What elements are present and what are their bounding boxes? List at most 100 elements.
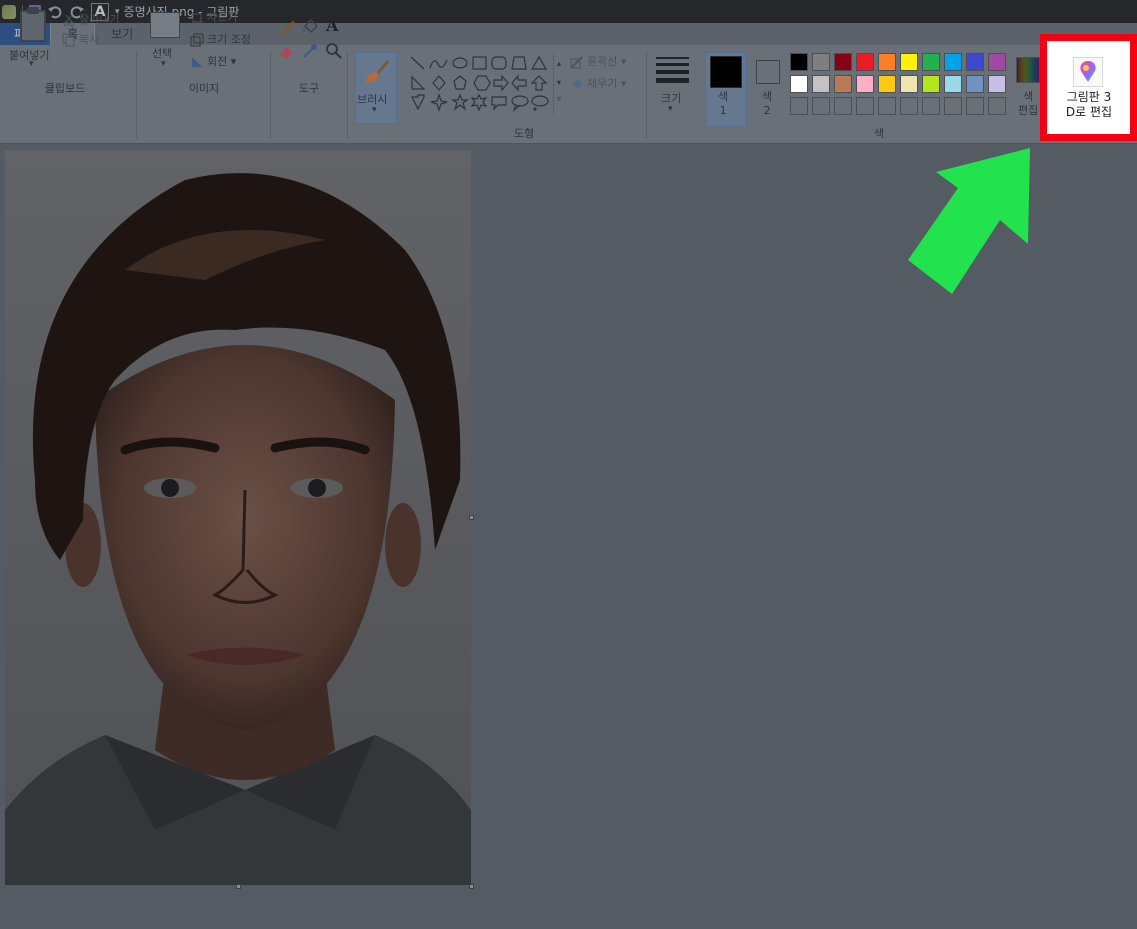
colors-group-label: 색 <box>873 127 885 140</box>
text-tool-icon[interactable]: A <box>326 16 344 35</box>
color2-swatch[interactable] <box>756 60 780 84</box>
fill-button[interactable]: 채우기 ▾ <box>570 75 626 91</box>
paste-icon[interactable] <box>20 10 46 42</box>
fill-dropdown-icon: ▾ <box>617 77 627 90</box>
copy-icon <box>62 33 76 47</box>
paint3d-icon[interactable] <box>1073 57 1103 87</box>
brush-icon <box>365 60 389 83</box>
resize-icon <box>190 33 204 47</box>
undo-icon[interactable] <box>47 4 63 20</box>
image-group-label: 이미지 <box>188 82 220 95</box>
cut-label: 잘라내기 <box>79 13 120 26</box>
palette-empty-swatch[interactable] <box>856 97 874 115</box>
size-dropdown-icon[interactable]: ▾ <box>668 104 673 114</box>
magnifier-icon[interactable] <box>325 42 343 60</box>
palette-swatch[interactable] <box>966 75 984 93</box>
shapes-scrollbar[interactable]: ▴ ▾ ▿ <box>553 54 564 114</box>
crop-label: 자르기 <box>207 11 238 24</box>
group-divider <box>646 51 647 139</box>
palette-swatch[interactable] <box>856 75 874 93</box>
outline-dropdown-icon: ▾ <box>617 55 627 68</box>
rotate-label: 회전 <box>207 55 228 68</box>
palette-swatch[interactable] <box>812 75 830 93</box>
expand-gallery-icon[interactable]: ▿ <box>554 92 564 106</box>
crop-icon <box>190 11 204 25</box>
palette-empty-swatch[interactable] <box>812 97 830 115</box>
palette-empty-swatch[interactable] <box>988 97 1006 115</box>
rotate-button[interactable]: 회전 ▾ <box>190 53 236 69</box>
palette-empty-swatch[interactable] <box>966 97 984 115</box>
color-picker-icon[interactable] <box>301 42 319 60</box>
paste-clip-icon <box>27 7 39 14</box>
rotate-dropdown-icon: ▾ <box>227 55 237 68</box>
color2-label: 색 2 <box>762 90 773 117</box>
group-divider <box>270 51 271 139</box>
palette-swatch[interactable] <box>988 53 1006 71</box>
palette-empty-swatch[interactable] <box>900 97 918 115</box>
clipboard-group-label: 클립보드 <box>44 82 86 95</box>
paste-dropdown-icon[interactable]: ▾ <box>29 59 34 69</box>
resize-handle-corner[interactable] <box>469 884 474 889</box>
palette-swatch[interactable] <box>944 75 962 93</box>
palette-swatch[interactable] <box>922 75 940 93</box>
chevron-up-icon[interactable]: ▴ <box>554 54 564 73</box>
palette-empty-swatch[interactable] <box>922 97 940 115</box>
color1-label: 색 1 <box>718 90 729 117</box>
edit-colors-icon[interactable] <box>1016 57 1040 83</box>
image-canvas[interactable] <box>5 150 471 885</box>
eraser-icon[interactable] <box>278 42 296 60</box>
palette-swatch[interactable] <box>834 53 852 71</box>
edit-colors-label: 색 편집 <box>1018 90 1039 117</box>
copy-label: 복사 <box>79 33 100 46</box>
paint-app-icon[interactable] <box>2 4 16 19</box>
select-icon[interactable] <box>150 12 180 38</box>
chevron-down-icon[interactable]: ▾ <box>554 73 564 92</box>
resize-label: 크기 조정 <box>207 33 251 46</box>
size-icon[interactable] <box>656 57 689 87</box>
select-dropdown-icon[interactable]: ▾ <box>161 59 166 69</box>
palette-swatch[interactable] <box>922 53 940 71</box>
palette-swatch[interactable] <box>900 53 918 71</box>
palette-empty-swatch[interactable] <box>834 97 852 115</box>
shapes-gallery[interactable] <box>408 54 558 116</box>
resize-handle-bottom[interactable] <box>236 884 241 889</box>
outline-label: 윤곽선 <box>587 55 618 68</box>
palette-swatch[interactable] <box>900 75 918 93</box>
paint3d-label-line1: 그림판 3 <box>1066 90 1112 104</box>
palette-swatch[interactable] <box>944 53 962 71</box>
crop-button[interactable]: 자르기 <box>190 9 237 25</box>
copy-button[interactable]: 복사 <box>62 31 99 47</box>
group-divider <box>347 51 348 139</box>
scissors-icon <box>62 13 76 27</box>
outline-button[interactable]: 윤곽선 ▾ <box>570 53 626 69</box>
portrait-photo <box>5 150 471 885</box>
fill-label: 채우기 <box>587 77 618 90</box>
paint3d-button[interactable]: 그림판 3 D로 편집 <box>1053 90 1125 120</box>
fill-bucket-icon[interactable] <box>301 18 319 36</box>
palette-swatch[interactable] <box>878 75 896 93</box>
palette-swatch[interactable] <box>790 53 808 71</box>
color1-swatch <box>710 56 742 88</box>
rotate-icon <box>190 55 204 69</box>
group-divider <box>136 51 137 139</box>
pencil-icon[interactable] <box>278 18 296 36</box>
palette-empty-swatch[interactable] <box>790 97 808 115</box>
palette-swatch[interactable] <box>834 75 852 93</box>
shapes-group-label: 도형 <box>513 127 535 140</box>
cut-button[interactable]: 잘라내기 <box>62 11 119 27</box>
palette-swatch[interactable] <box>856 53 874 71</box>
outline-icon <box>570 55 584 69</box>
resize-handle-right[interactable] <box>469 515 474 520</box>
palette-swatch[interactable] <box>790 75 808 93</box>
palette-swatch[interactable] <box>966 53 984 71</box>
palette-empty-swatch[interactable] <box>944 97 962 115</box>
fill-icon <box>570 77 584 91</box>
tools-group-label: 도구 <box>298 82 320 95</box>
palette-swatch[interactable] <box>878 53 896 71</box>
palette-swatch[interactable] <box>812 53 830 71</box>
palette-empty-swatch[interactable] <box>878 97 896 115</box>
resize-button[interactable]: 크기 조정 <box>190 31 251 47</box>
brushes-dropdown-icon[interactable]: ▾ <box>372 105 377 115</box>
palette-swatch[interactable] <box>988 75 1006 93</box>
paint3d-label-line2: D로 편집 <box>1065 105 1113 119</box>
